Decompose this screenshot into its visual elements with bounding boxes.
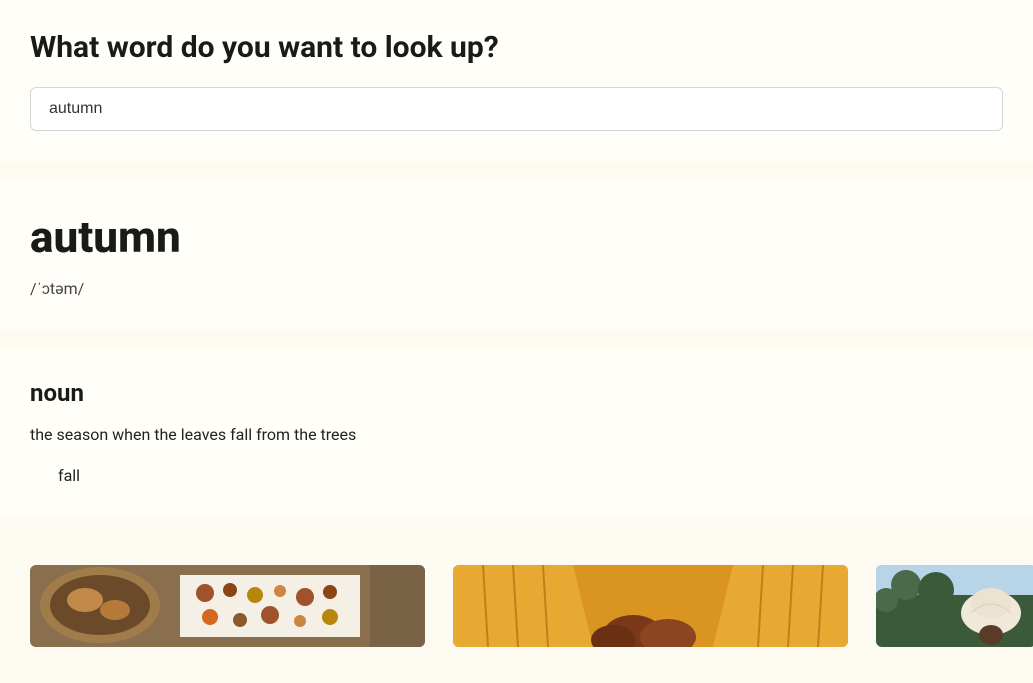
mushrooms-basket-image: [30, 565, 425, 647]
image-card[interactable]: [453, 565, 848, 647]
part-of-speech: noun: [30, 379, 1003, 407]
synonym-text: fall: [30, 466, 1003, 485]
image-card[interactable]: [876, 565, 1033, 647]
definition-text: the season when the leaves fall from the…: [30, 425, 1003, 444]
word-heading: autumn: [30, 211, 1003, 263]
images-section: [0, 535, 1033, 677]
person-hat-image: [876, 565, 1033, 647]
word-entry-section: autumn /ˈɔtəm/: [0, 181, 1033, 329]
pronunciation: /ˈɔtəm/: [30, 279, 1003, 299]
search-section: What word do you want to look up?: [0, 0, 1033, 161]
orange-sweater-image: [453, 565, 848, 647]
image-card[interactable]: [30, 565, 425, 647]
definition-section: noun the season when the leaves fall fro…: [0, 349, 1033, 515]
search-input[interactable]: [30, 87, 1003, 131]
search-label: What word do you want to look up?: [30, 30, 1003, 65]
